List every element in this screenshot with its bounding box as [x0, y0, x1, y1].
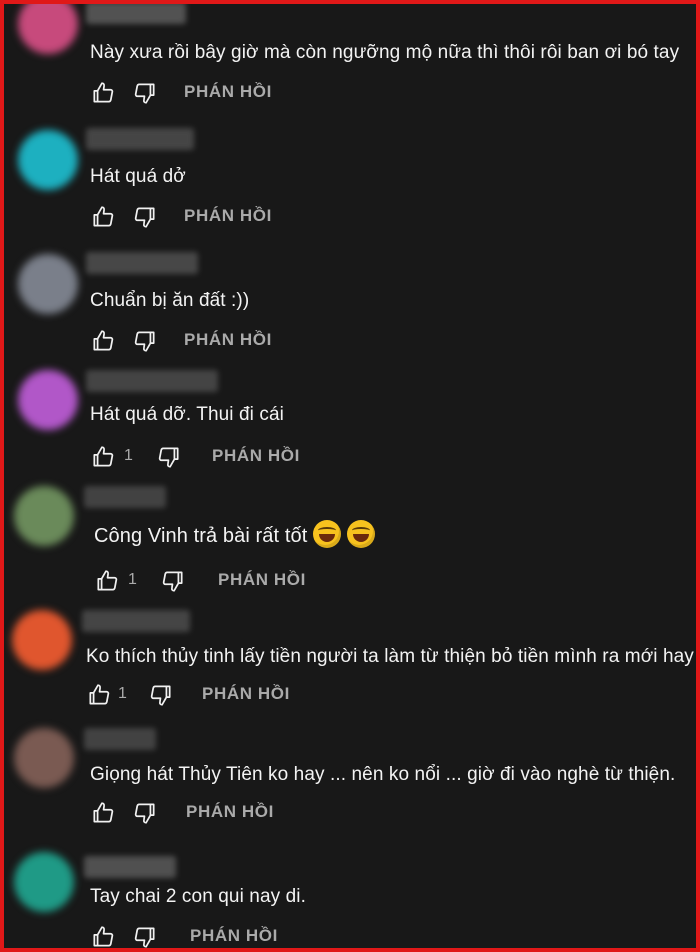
- thumbs-up-icon[interactable]: [90, 204, 116, 230]
- comment-item: Hát quá dở PHÁN HỒI: [4, 114, 696, 234]
- thumbs-down-icon[interactable]: [132, 328, 158, 354]
- avatar[interactable]: [14, 728, 74, 788]
- thumbs-down-icon[interactable]: [132, 80, 158, 106]
- reply-button[interactable]: PHÁN HỒI: [184, 206, 272, 226]
- avatar[interactable]: [18, 254, 78, 314]
- thumbs-down-icon[interactable]: [132, 800, 158, 826]
- thumbs-up-icon[interactable]: [90, 924, 116, 948]
- thumbs-up-icon[interactable]: [94, 568, 120, 594]
- thumbs-down-icon[interactable]: [160, 568, 186, 594]
- comment-actions: PHÁN HỒI: [90, 204, 390, 230]
- thumbs-down-icon[interactable]: [148, 682, 174, 708]
- reply-button[interactable]: PHÁN HỒI: [186, 802, 274, 822]
- thumbs-up-icon[interactable]: [90, 444, 116, 470]
- author-name-blurred[interactable]: [86, 4, 186, 24]
- comment-text: Hát quá dỡ. Thui đi cái: [90, 404, 284, 425]
- thumbs-down-icon[interactable]: [132, 204, 158, 230]
- thumbs-up-icon[interactable]: [86, 682, 112, 708]
- rofl-emoji: [347, 520, 376, 548]
- comment-actions: 1 PHÁN HỒI: [90, 444, 410, 470]
- comment-text-content: Công Vinh trả bài rất tốt: [94, 525, 308, 547]
- like-count: 1: [124, 447, 133, 464]
- thumbs-up-icon[interactable]: [90, 800, 116, 826]
- comment-text: Hát quá dở: [90, 166, 186, 187]
- comment-item: Giọng hát Thủy Tiên ko hay ... nên ko nổ…: [4, 720, 696, 840]
- author-name-blurred[interactable]: [86, 370, 218, 392]
- comment-actions: 1 PHÁN HỒI: [86, 682, 406, 708]
- comment-item: Hát quá dỡ. Thui đi cái 1 PHÁN HỒI: [4, 360, 696, 480]
- like-count: 1: [118, 685, 127, 702]
- thumbs-down-icon[interactable]: [132, 924, 158, 948]
- comment-item: Chuẩn bị ăn đất :)) PHÁN HỒI: [4, 238, 696, 358]
- comment-actions: PHÁN HỒI: [90, 924, 390, 948]
- author-name-blurred[interactable]: [84, 856, 176, 878]
- reply-button[interactable]: PHÁN HỒI: [184, 82, 272, 102]
- thumbs-up-icon[interactable]: [90, 328, 116, 354]
- reply-button[interactable]: PHÁN HỒI: [212, 446, 300, 466]
- thumbs-up-icon[interactable]: [90, 80, 116, 106]
- avatar[interactable]: [18, 370, 78, 430]
- thumbs-down-icon[interactable]: [156, 444, 182, 470]
- like-count: 1: [128, 571, 137, 588]
- reply-button[interactable]: PHÁN HỒI: [190, 926, 278, 946]
- avatar[interactable]: [14, 852, 74, 912]
- comment-actions: PHÁN HỒI: [90, 328, 390, 354]
- comment-item: Này xưa rồi bây giờ mà còn ngưỡng mộ nữa…: [4, 4, 696, 110]
- author-name-blurred[interactable]: [84, 728, 156, 750]
- reply-button[interactable]: PHÁN HỒI: [218, 570, 306, 590]
- comment-item: Ko thích thủy tinh lấy tiền người ta làm…: [4, 602, 696, 722]
- comment-text: Công Vinh trả bài rất tốt: [94, 520, 376, 548]
- reply-button[interactable]: PHÁN HỒI: [202, 684, 290, 704]
- comment-list: Này xưa rồi bây giờ mà còn ngưỡng mộ nữa…: [0, 0, 700, 952]
- comment-actions: PHÁN HỒI: [90, 80, 390, 106]
- comment-item: Công Vinh trả bài rất tốt 1 PHÁN HỒI: [4, 478, 696, 598]
- comment-item: Tay chai 2 con qui nay di. PHÁN HỒI: [4, 844, 696, 948]
- avatar[interactable]: [18, 4, 78, 54]
- comment-actions: PHÁN HỒI: [90, 800, 390, 826]
- avatar[interactable]: [18, 130, 78, 190]
- comment-text: Giọng hát Thủy Tiên ko hay ... nên ko nổ…: [90, 764, 676, 785]
- rofl-emoji: [313, 520, 342, 548]
- author-name-blurred[interactable]: [84, 486, 166, 508]
- comment-text: Này xưa rồi bây giờ mà còn ngưỡng mộ nữa…: [90, 42, 680, 63]
- comment-text: Chuẩn bị ăn đất :)): [90, 290, 250, 311]
- comment-actions: 1 PHÁN HỒI: [94, 568, 414, 594]
- reply-button[interactable]: PHÁN HỒI: [184, 330, 272, 350]
- comment-text: Ko thích thủy tinh lấy tiền người ta làm…: [86, 646, 694, 667]
- author-name-blurred[interactable]: [82, 610, 190, 632]
- author-name-blurred[interactable]: [86, 128, 194, 150]
- comment-text: Tay chai 2 con qui nay di.: [90, 886, 306, 907]
- avatar[interactable]: [14, 486, 74, 546]
- author-name-blurred[interactable]: [86, 252, 198, 274]
- avatar[interactable]: [12, 610, 72, 670]
